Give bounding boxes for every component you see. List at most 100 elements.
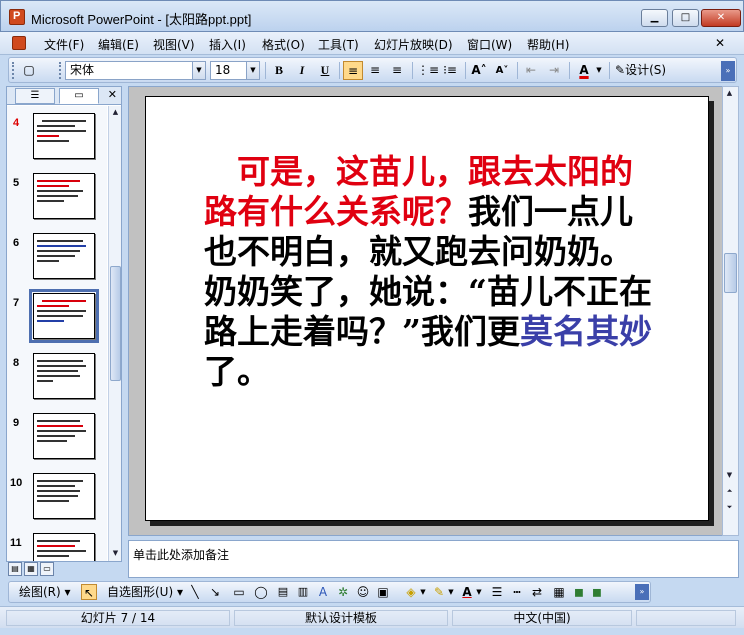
design-button[interactable]: ✎设计(S) xyxy=(613,61,677,80)
minimize-button[interactable]: ▁ xyxy=(641,9,668,27)
menu-view[interactable]: 视图(V) xyxy=(153,36,195,53)
outline-tab[interactable]: ☰ xyxy=(15,88,55,104)
toolbar-options-button[interactable]: » xyxy=(721,61,735,81)
slide-thumbnail-9[interactable]: 9 xyxy=(7,413,107,473)
maximize-button[interactable]: □ xyxy=(672,9,699,27)
slide-scrollbar[interactable]: ▲ ▼ ⏶ ⏷ xyxy=(722,86,739,536)
new-slide-icon[interactable]: ▢ xyxy=(19,61,39,80)
chevron-down-icon[interactable]: ▼ xyxy=(419,584,427,600)
view-buttons: ▤ ▦ ▭ xyxy=(8,562,123,578)
vertical-textbox-icon[interactable]: ▥ xyxy=(295,584,311,600)
toolbar-options-button[interactable]: » xyxy=(635,584,649,600)
document-icon[interactable] xyxy=(12,36,26,50)
menu-file[interactable]: 文件(F) xyxy=(44,36,84,53)
panel-scroll-thumb[interactable] xyxy=(110,266,121,381)
bold-button[interactable]: B xyxy=(269,61,289,80)
chevron-down-icon[interactable]: ▼ xyxy=(475,584,483,600)
normal-view-icon[interactable]: ▤ xyxy=(8,562,22,576)
select-pointer-icon[interactable]: ↖ xyxy=(81,584,97,600)
panel-scrollbar[interactable]: ▲ ▼ xyxy=(108,106,121,561)
picture-icon[interactable]: ▣ xyxy=(375,584,391,600)
decrease-indent-icon[interactable]: ⇤ xyxy=(521,61,541,80)
title-bar: Microsoft PowerPoint - [太阳路ppt.ppt] ▁ □ … xyxy=(0,0,744,32)
increase-font-icon[interactable]: A˄ xyxy=(469,61,489,80)
slide-thumbnail-11[interactable]: 11 xyxy=(7,533,107,561)
font-color-icon[interactable]: A xyxy=(574,61,594,80)
scroll-up-icon[interactable]: ▲ xyxy=(724,87,735,99)
numbered-list-icon[interactable]: ⋮≡ xyxy=(417,61,439,80)
panel-close-icon[interactable]: ✕ xyxy=(108,88,117,101)
menu-tools[interactable]: 工具(T) xyxy=(318,36,359,53)
slide-preview xyxy=(33,353,95,399)
slide-canvas[interactable]: 可是，这苗儿，跟去太阳的路有什么关系呢？我们一点儿也不明白，就又跑去问奶奶。奶奶… xyxy=(145,96,709,521)
font-name-select[interactable]: 宋体 ▼ xyxy=(65,61,206,80)
menu-insert[interactable]: 插入(I) xyxy=(209,36,246,53)
diagram-icon[interactable]: ✲ xyxy=(335,584,351,600)
document-close-button[interactable]: ✕ xyxy=(715,36,725,50)
menu-slideshow[interactable]: 幻灯片放映(D) xyxy=(374,36,453,53)
previous-slide-icon[interactable]: ⏶ xyxy=(724,485,735,497)
slide-thumbnail-8[interactable]: 8 xyxy=(7,353,107,413)
3d-box-icon[interactable]: ◼ xyxy=(589,584,605,600)
menu-window[interactable]: 窗口(W) xyxy=(467,36,512,53)
clipart-icon[interactable]: ☺ xyxy=(355,584,371,600)
slide-preview xyxy=(29,289,99,343)
chevron-down-icon[interactable]: ▼ xyxy=(192,62,205,79)
align-right-icon[interactable]: ≡ xyxy=(387,61,407,80)
textbox-icon[interactable]: ▤ xyxy=(275,584,291,600)
wordart-icon[interactable]: A xyxy=(315,584,331,600)
3d-style-icon[interactable]: ◼ xyxy=(571,584,587,600)
line-color-icon[interactable]: ✎ xyxy=(431,584,447,600)
menu-format[interactable]: 格式(O) xyxy=(262,36,305,53)
slide-thumbnail-6[interactable]: 6 xyxy=(7,233,107,293)
oval-icon[interactable]: ◯ xyxy=(253,584,269,600)
arrow-style-icon[interactable]: ⇄ xyxy=(529,584,545,600)
chevron-down-icon[interactable]: ▼ xyxy=(594,61,604,80)
decrease-font-icon[interactable]: A˅ xyxy=(492,61,512,80)
toolbar-separator xyxy=(465,62,466,79)
menu-help[interactable]: 帮助(H) xyxy=(527,36,569,53)
slide-thumbnail-5[interactable]: 5 xyxy=(7,173,107,233)
slide-thumbnail-7[interactable]: 7 xyxy=(7,289,107,353)
scroll-down-icon[interactable]: ▼ xyxy=(110,547,121,559)
slide-counter: 幻灯片 7 / 14 xyxy=(6,610,230,626)
slide-scroll-thumb[interactable] xyxy=(724,253,737,293)
design-template-name[interactable]: 默认设计模板 xyxy=(234,610,448,626)
slide-text-box[interactable]: 可是，这苗儿，跟去太阳的路有什么关系呢？我们一点儿也不明白，就又跑去问奶奶。奶奶… xyxy=(204,152,664,392)
toolbar-grip[interactable] xyxy=(12,62,15,79)
increase-indent-icon[interactable]: ⇥ xyxy=(544,61,564,80)
menu-edit[interactable]: 编辑(E) xyxy=(98,36,139,53)
chevron-down-icon[interactable]: ▼ xyxy=(447,584,455,600)
next-slide-icon[interactable]: ⏷ xyxy=(724,501,735,513)
powerpoint-icon[interactable] xyxy=(9,9,25,25)
toolbar-grip[interactable] xyxy=(59,62,62,79)
font-size-select[interactable]: 18 ▼ xyxy=(210,61,260,80)
slide-sorter-icon[interactable]: ▦ xyxy=(24,562,38,576)
shadow-icon[interactable]: ▦ xyxy=(551,584,567,600)
slide-thumbnail-10[interactable]: 10 xyxy=(7,473,107,533)
scroll-down-icon[interactable]: ▼ xyxy=(724,469,735,481)
bullet-list-icon[interactable]: ⁝≡ xyxy=(440,61,460,80)
notes-pane[interactable]: 单击此处添加备注 xyxy=(128,540,739,578)
scroll-up-icon[interactable]: ▲ xyxy=(110,106,121,118)
line-style-icon[interactable]: ☰ xyxy=(489,584,505,600)
autoshapes-menu-button[interactable]: 自选图形(U) ▾ xyxy=(107,584,183,600)
underline-button[interactable]: U xyxy=(315,61,335,80)
slide-number: 10 xyxy=(10,477,23,489)
line-icon[interactable]: ╲ xyxy=(187,584,203,600)
chevron-down-icon[interactable]: ▼ xyxy=(246,62,259,79)
slideshow-icon[interactable]: ▭ xyxy=(40,562,54,576)
font-color-icon[interactable]: A xyxy=(459,584,475,600)
arrow-icon[interactable]: ↘ xyxy=(207,584,223,600)
dash-style-icon[interactable]: ┅ xyxy=(509,584,525,600)
slides-tab[interactable]: ▭ xyxy=(59,88,99,104)
align-left-icon[interactable]: ≡ xyxy=(343,61,363,80)
close-button[interactable]: ✕ xyxy=(701,9,741,27)
rectangle-icon[interactable]: ▭ xyxy=(231,584,247,600)
font-size-value: 18 xyxy=(215,63,231,77)
italic-button[interactable]: I xyxy=(292,61,312,80)
align-center-icon[interactable]: ≡ xyxy=(365,61,385,80)
slide-thumbnail-4[interactable]: 4 xyxy=(7,113,107,173)
fill-color-icon[interactable]: ◈ xyxy=(403,584,419,600)
draw-menu-button[interactable]: 绘图(R) ▾ xyxy=(19,584,71,600)
